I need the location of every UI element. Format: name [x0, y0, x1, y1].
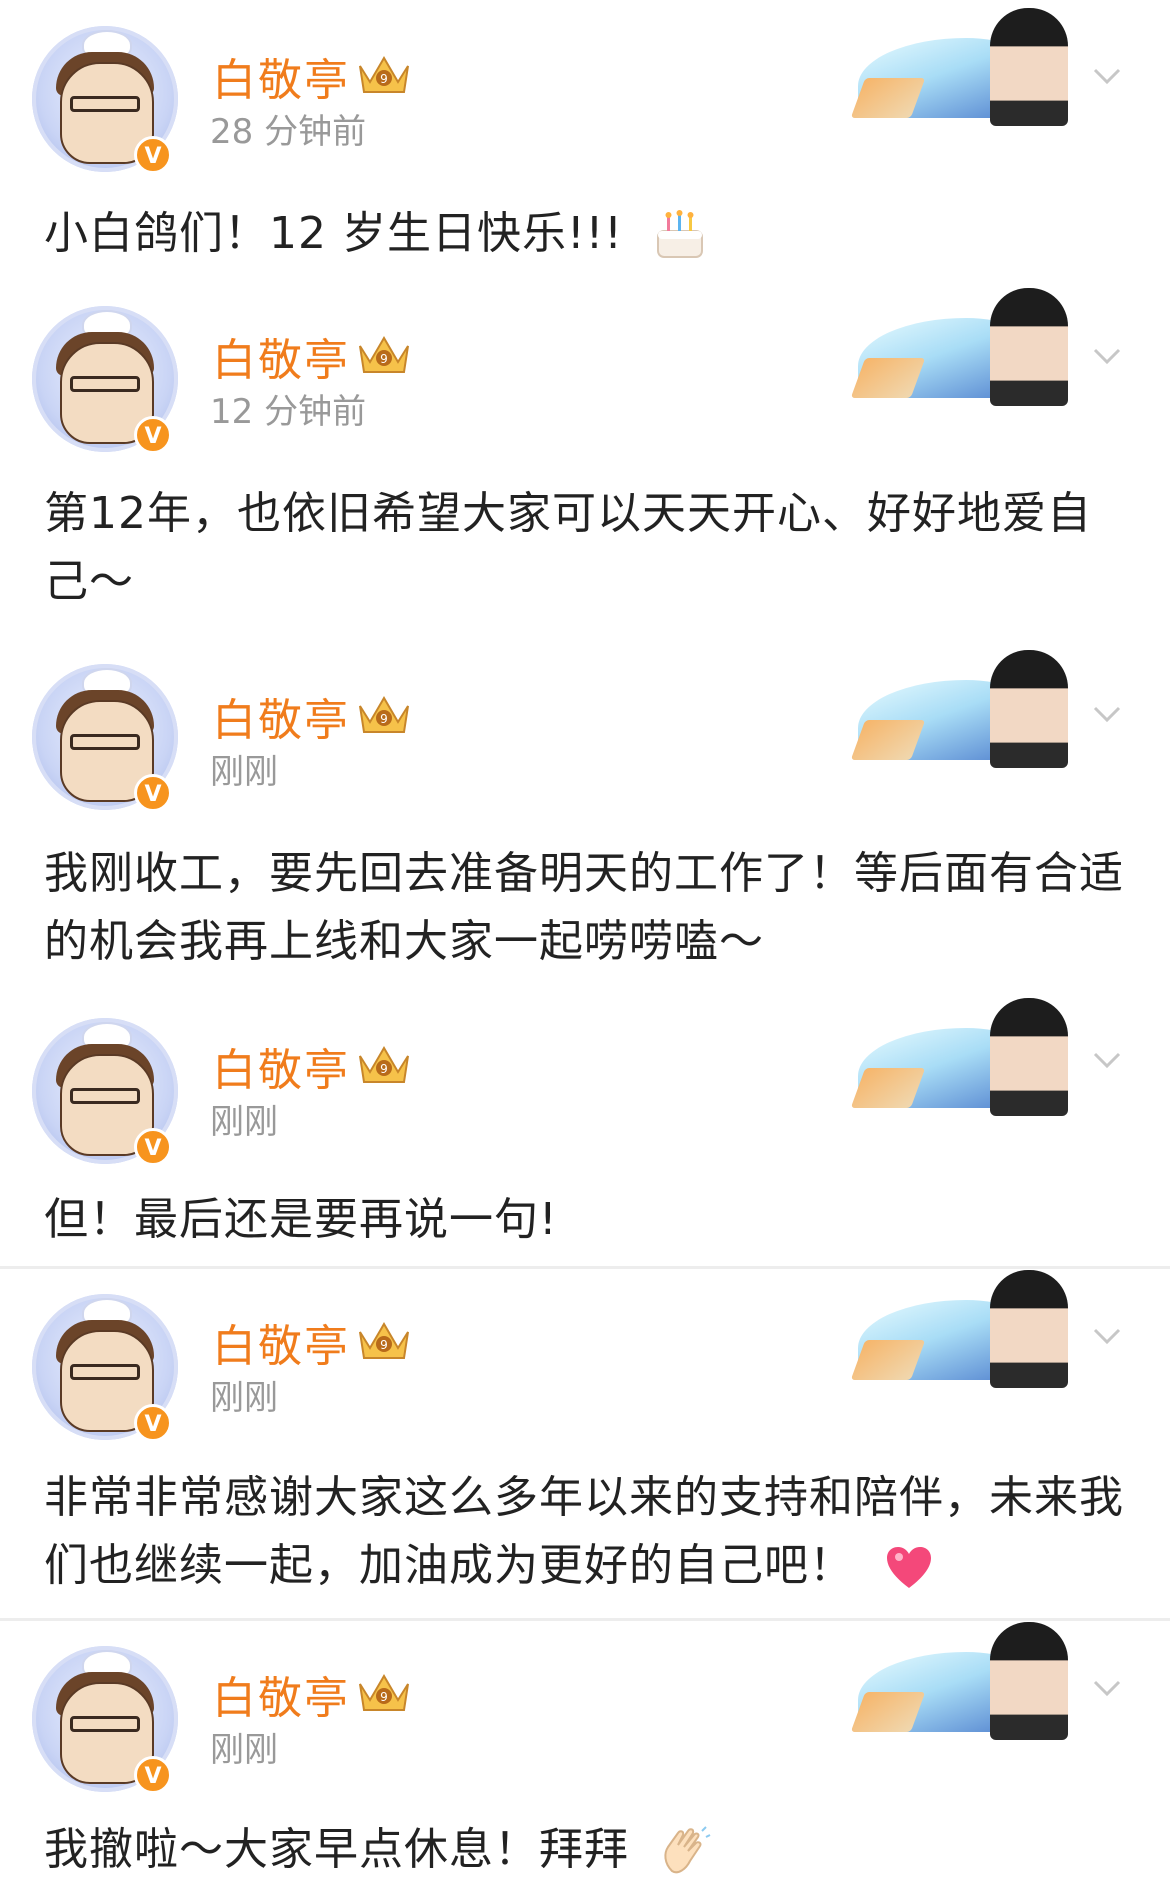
avatar[interactable]: V: [32, 1018, 178, 1166]
verified-badge: V: [134, 136, 172, 174]
avatar[interactable]: V: [32, 1646, 178, 1794]
post-time: 刚刚: [210, 1378, 278, 1418]
crown-icon: 9: [359, 336, 409, 373]
crown-icon: 9: [359, 1674, 409, 1711]
post-time: 12 分钟前: [210, 392, 367, 432]
avatar[interactable]: V: [32, 26, 178, 174]
waving-hand-emoji-icon: [664, 1826, 711, 1874]
glasses-icon: [70, 1716, 140, 1732]
avatar[interactable]: V: [32, 1294, 178, 1442]
divider: [0, 1618, 1170, 1621]
post-item: V 白敬亭 9 刚刚 我撤啦～大家早点休息！拜拜: [0, 1622, 1170, 1890]
idol-portrait-icon: [990, 8, 1068, 126]
chevron-down-icon[interactable]: [1090, 1042, 1124, 1076]
post-text: 非常非常感谢大家这么多年以来的支持和陪伴，未来我们也继续一起，加油成为更好的自己…: [44, 1472, 1124, 1591]
avatar[interactable]: V: [32, 306, 178, 454]
username[interactable]: 白敬亭: [212, 324, 350, 388]
glasses-icon: [70, 734, 140, 750]
post-item: V 白敬亭 9 12 分钟前 第12年，也依旧希望大家可以天天开心、好好地爱自己…: [0, 280, 1170, 650]
post-text: 小白鸽们！12 岁生日快乐!!!: [44, 200, 1134, 268]
post-text: 但！最后还是要再说一句!: [44, 1194, 558, 1245]
svg-text:9: 9: [380, 1338, 388, 1352]
heart-emoji-icon: [887, 1547, 931, 1588]
post-time: 刚刚: [210, 1102, 278, 1142]
post-time: 刚刚: [210, 1730, 278, 1770]
post-item: V 白敬亭 9 28 分钟前 小白鸽们！12 岁生日快乐!!!: [0, 0, 1170, 280]
post-text: 我撤啦～大家早点休息！拜拜: [44, 1816, 1134, 1884]
idol-portrait-icon: [990, 1622, 1068, 1740]
username[interactable]: 白敬亭: [212, 1662, 350, 1726]
svg-text:9: 9: [380, 1062, 388, 1076]
glasses-icon: [70, 1364, 140, 1380]
fan-card-decoration[interactable]: [850, 288, 1080, 406]
post-time: 28 分钟前: [210, 112, 367, 152]
verified-badge: V: [134, 1128, 172, 1166]
crown-icon: 9: [359, 1322, 409, 1359]
idol-portrait-icon: [990, 650, 1068, 768]
glasses-icon: [70, 96, 140, 112]
fan-card-decoration[interactable]: [850, 1622, 1080, 1740]
fan-card-decoration[interactable]: [850, 998, 1080, 1116]
svg-text:9: 9: [380, 72, 388, 86]
verified-badge: V: [134, 1756, 172, 1794]
post-time: 刚刚: [210, 752, 278, 792]
chevron-down-icon[interactable]: [1090, 1670, 1124, 1704]
fan-card-decoration[interactable]: [850, 650, 1080, 768]
post-text: 我刚收工，要先回去准备明天的工作了！等后面有合适的机会我再上线和大家一起唠唠嗑～: [44, 848, 1124, 967]
divider: [0, 1266, 1170, 1269]
verified-badge: V: [134, 1404, 172, 1442]
post-item: V 白敬亭 9 刚刚 非常非常感谢大家这么多年以来的支持和陪伴，未来我们也继续一…: [0, 1270, 1170, 1620]
crown-icon: 9: [359, 696, 409, 733]
crown-icon: 9: [359, 56, 409, 93]
username[interactable]: 白敬亭: [212, 1034, 350, 1098]
svg-text:9: 9: [380, 352, 388, 366]
idol-portrait-icon: [990, 998, 1068, 1116]
glasses-icon: [70, 376, 140, 392]
post-item: V 白敬亭 9 刚刚 但！最后还是要再说一句!: [0, 998, 1170, 1268]
username[interactable]: 白敬亭: [212, 1310, 350, 1374]
post-text: 第12年，也依旧希望大家可以天天开心、好好地爱自己～: [44, 488, 1092, 607]
svg-text:9: 9: [380, 712, 388, 726]
chevron-down-icon[interactable]: [1090, 1318, 1124, 1352]
weibo-comment-feed: V 白敬亭 9 28 分钟前 小白鸽们！12 岁生日快乐!!! V 白敬亭 9 …: [0, 0, 1170, 1890]
username[interactable]: 白敬亭: [212, 44, 350, 108]
fan-card-decoration[interactable]: [850, 8, 1080, 126]
verified-badge: V: [134, 774, 172, 812]
username[interactable]: 白敬亭: [212, 684, 350, 748]
glasses-icon: [70, 1088, 140, 1104]
cake-emoji-icon: [656, 210, 703, 258]
svg-text:9: 9: [380, 1690, 388, 1704]
crown-icon: 9: [359, 1046, 409, 1083]
post-item: V 白敬亭 9 刚刚 我刚收工，要先回去准备明天的工作了！等后面有合适的机会我再…: [0, 650, 1170, 998]
idol-portrait-icon: [990, 288, 1068, 406]
chevron-down-icon[interactable]: [1090, 696, 1124, 730]
idol-portrait-icon: [990, 1270, 1068, 1388]
avatar[interactable]: V: [32, 664, 178, 812]
fan-card-decoration[interactable]: [850, 1270, 1080, 1388]
chevron-down-icon[interactable]: [1090, 58, 1124, 92]
verified-badge: V: [134, 416, 172, 454]
chevron-down-icon[interactable]: [1090, 338, 1124, 372]
